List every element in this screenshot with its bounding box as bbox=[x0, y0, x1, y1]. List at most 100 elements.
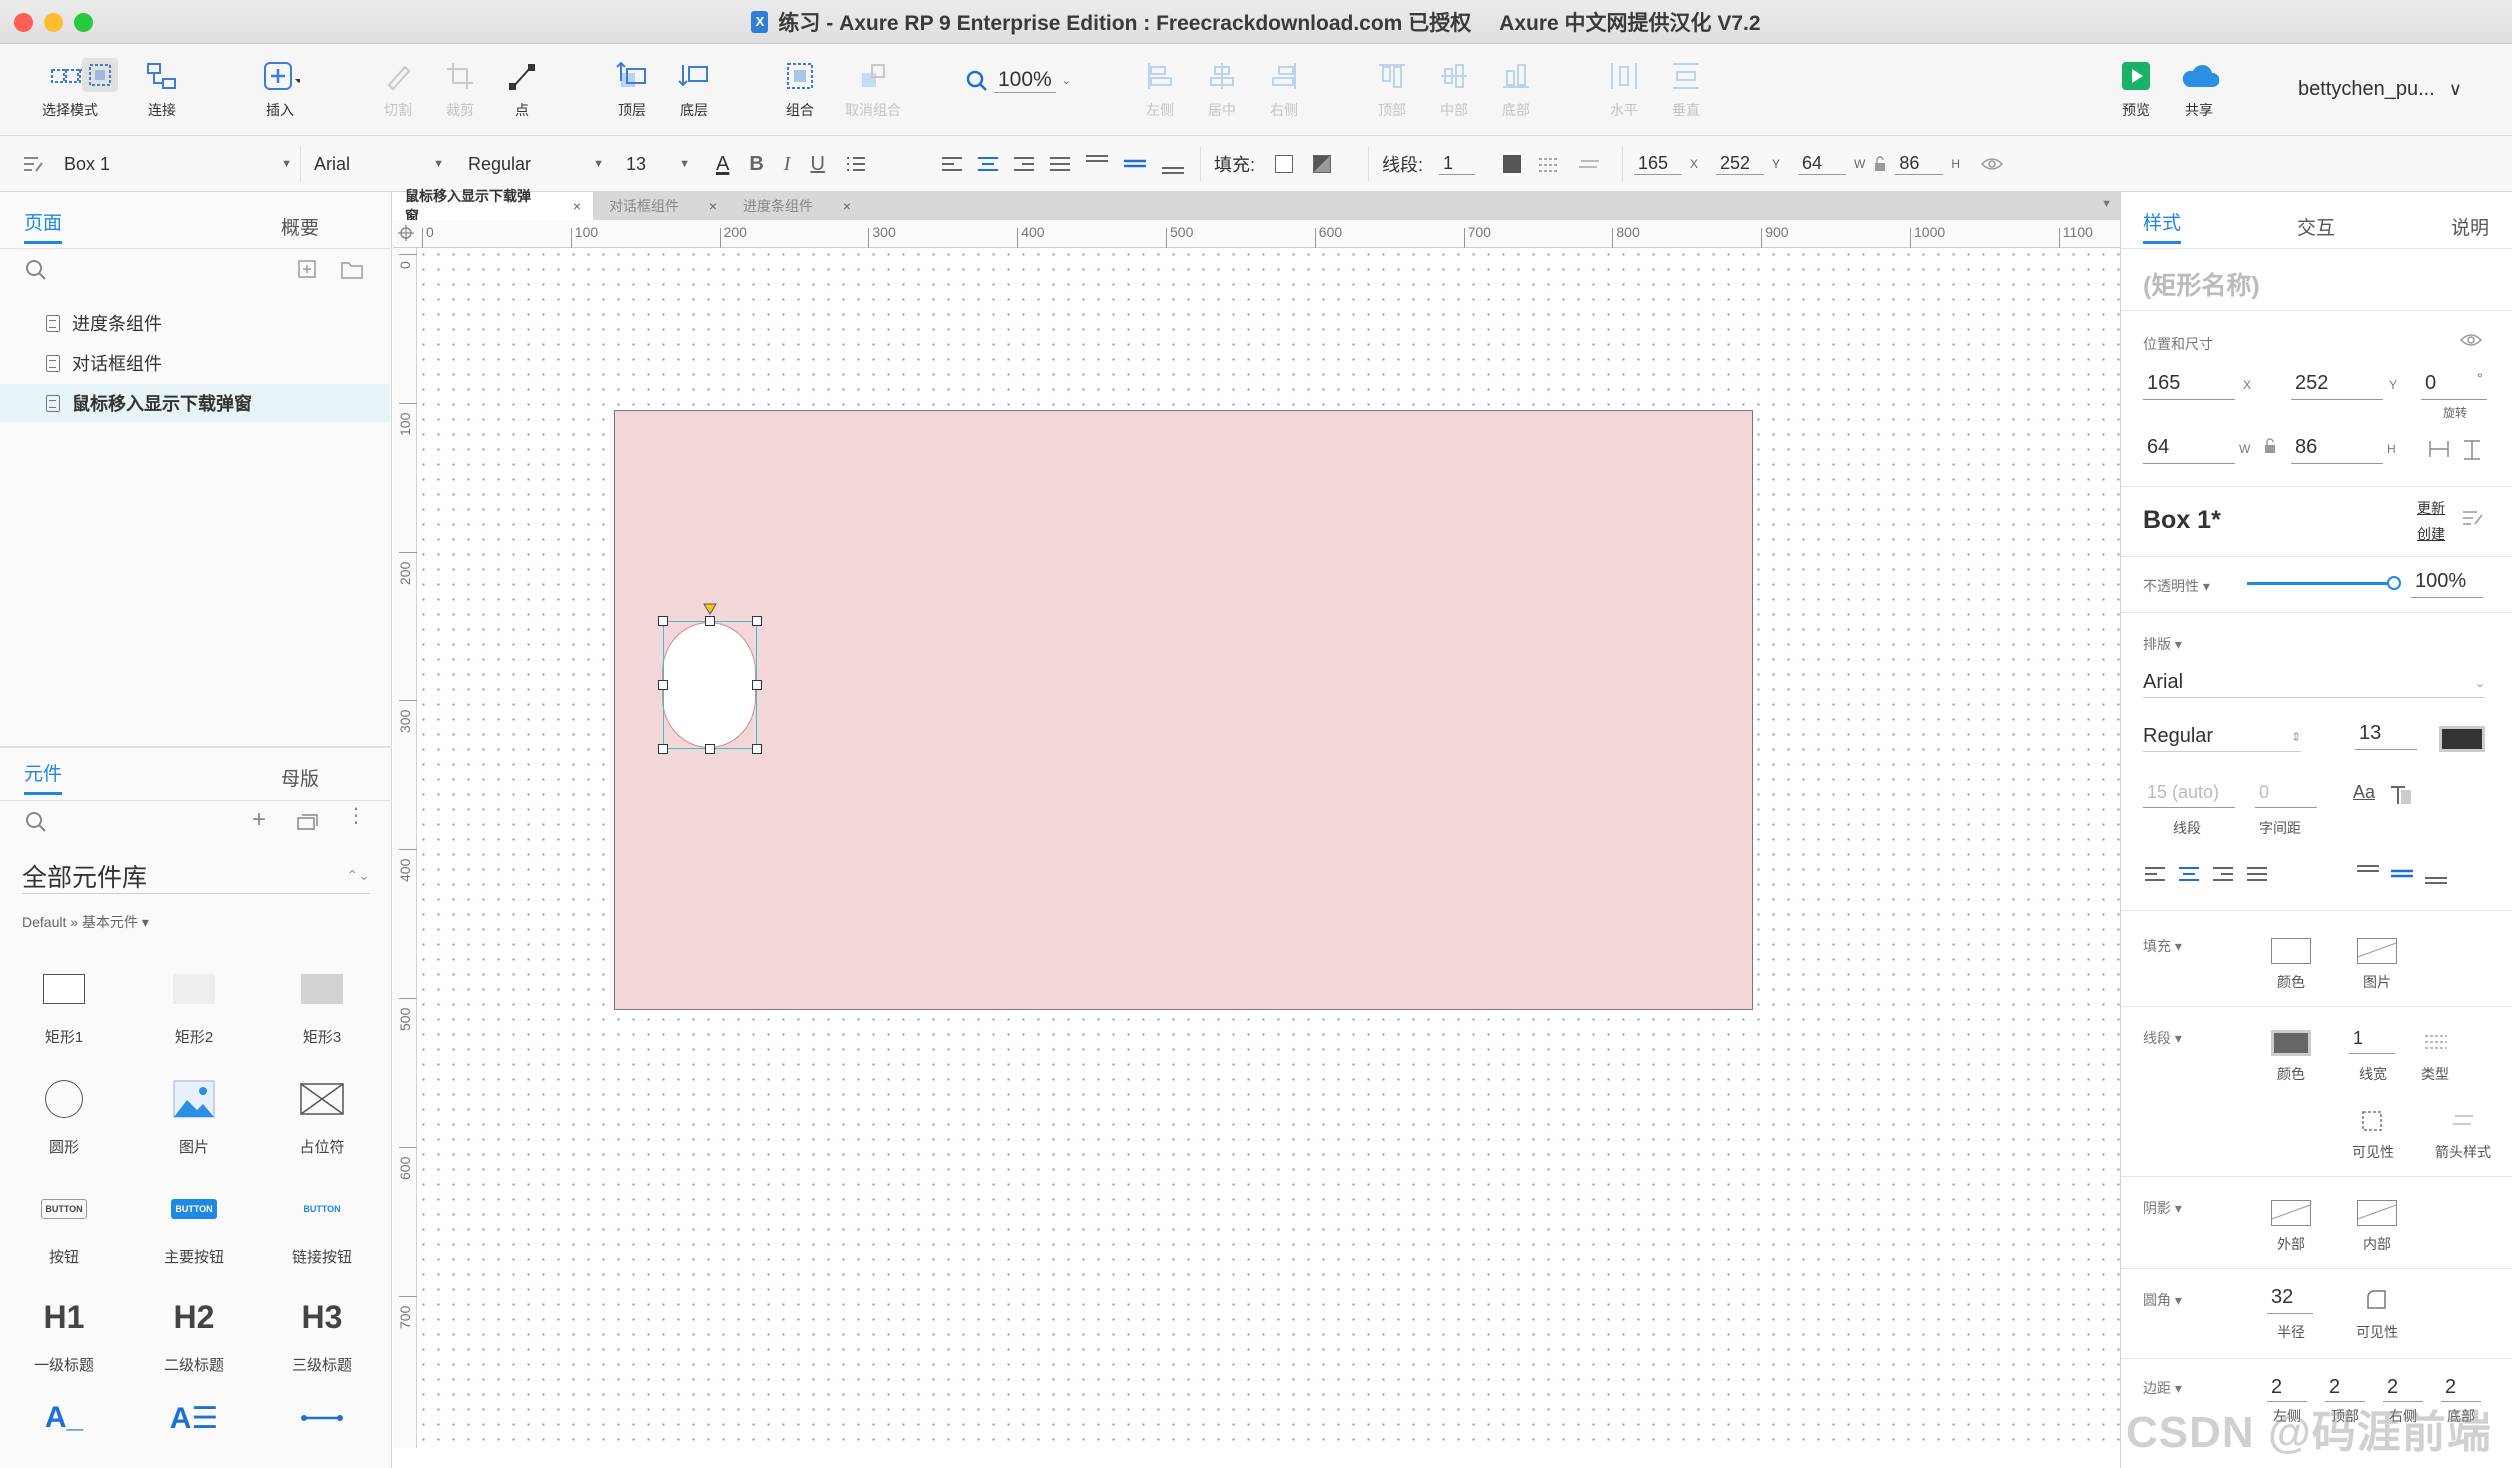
resize-handle[interactable] bbox=[752, 744, 762, 754]
valign-middle-icon[interactable] bbox=[1122, 152, 1148, 176]
library-select[interactable]: 全部元件库 ⌃⌄ bbox=[22, 858, 370, 894]
outer-shadow-swatch[interactable] bbox=[2271, 1200, 2311, 1226]
tab-style[interactable]: 样式 bbox=[2121, 204, 2258, 248]
search-icon[interactable] bbox=[24, 810, 48, 834]
zoom-dropdown[interactable]: 100% ⌄ bbox=[966, 68, 1071, 93]
opacity-slider-knob[interactable] bbox=[2387, 576, 2401, 590]
widget-paragraph[interactable]: A☰ bbox=[134, 1396, 254, 1440]
lock-icon[interactable] bbox=[1873, 156, 1887, 172]
doc-tab[interactable]: 进度条组件 × bbox=[731, 192, 863, 220]
font-weight-select[interactable]: Regular ⇕ bbox=[2143, 722, 2301, 752]
align-text-center-icon[interactable] bbox=[2177, 864, 2201, 884]
create-style-link[interactable]: 创建 bbox=[2417, 524, 2445, 544]
bring-to-front-button[interactable]: 顶层 bbox=[610, 58, 654, 120]
bullet-list-icon[interactable] bbox=[845, 154, 867, 174]
align-right-button[interactable]: 右侧 bbox=[1264, 58, 1304, 120]
underline-icon[interactable]: U bbox=[810, 153, 824, 176]
corner-radius-handle-icon[interactable] bbox=[703, 603, 717, 615]
page-item[interactable]: 对话框组件 bbox=[0, 344, 390, 382]
widget-image[interactable]: 图片 bbox=[134, 1072, 254, 1157]
distribute-vertical-button[interactable]: 垂直 bbox=[1666, 58, 1706, 120]
align-text-justify-icon[interactable] bbox=[1048, 154, 1072, 174]
font-size-select[interactable]: 13 ▼ bbox=[626, 136, 690, 192]
align-left-button[interactable]: 左侧 bbox=[1140, 58, 1180, 120]
resize-handle[interactable] bbox=[752, 616, 762, 626]
connect-button[interactable]: 连接 bbox=[130, 58, 194, 120]
fit-height-icon[interactable] bbox=[2461, 438, 2483, 462]
preview-button[interactable]: 预览 bbox=[2116, 58, 2156, 120]
distribute-horizontal-button[interactable]: 水平 bbox=[1604, 58, 1644, 120]
page-item[interactable]: 进度条组件 bbox=[0, 304, 390, 342]
fill-image-swatch[interactable] bbox=[2357, 938, 2397, 964]
width-field[interactable]: 64 bbox=[2143, 436, 2235, 464]
arrow-style-icon[interactable] bbox=[1577, 154, 1601, 174]
close-tab-icon[interactable]: × bbox=[573, 198, 581, 214]
y-field[interactable]: 252 bbox=[2291, 372, 2383, 400]
align-text-left-icon[interactable] bbox=[2143, 864, 2167, 884]
x-field[interactable]: 165 bbox=[2143, 372, 2235, 400]
opacity-field[interactable]: 100% bbox=[2411, 570, 2483, 598]
stroke-visibility-icon[interactable] bbox=[2361, 1110, 2383, 1132]
fill-color-swatch[interactable] bbox=[1275, 155, 1294, 173]
send-to-back-button[interactable]: 底层 bbox=[672, 58, 716, 120]
valign-bottom-icon[interactable] bbox=[1160, 152, 1186, 176]
tabs-menu-icon[interactable]: ▼ bbox=[2101, 198, 2112, 210]
lock-icon[interactable] bbox=[2263, 438, 2277, 454]
font-size-field[interactable]: 13 bbox=[2355, 722, 2417, 750]
widget-heading1[interactable]: H1 一级标题 bbox=[4, 1290, 124, 1375]
rounded-corner-icon[interactable] bbox=[2365, 1288, 2387, 1310]
opacity-slider[interactable] bbox=[2247, 582, 2397, 585]
add-library-icon[interactable]: + bbox=[252, 806, 266, 834]
widget-primary-button[interactable]: BUTTON 主要按钮 bbox=[134, 1182, 254, 1267]
bold-icon[interactable]: B bbox=[749, 153, 763, 176]
font-weight-select[interactable]: Regular ▼ bbox=[468, 136, 604, 192]
library-copy-icon[interactable] bbox=[296, 812, 320, 832]
x-field[interactable]: 165 bbox=[1634, 153, 1682, 175]
close-tab-icon[interactable]: × bbox=[843, 198, 851, 214]
valign-middle-icon[interactable] bbox=[2389, 862, 2415, 886]
pink-rectangle-widget[interactable] bbox=[614, 410, 1753, 1010]
widget-rectangle1[interactable]: 矩形1 bbox=[4, 962, 124, 1047]
widget-line[interactable] bbox=[262, 1396, 382, 1440]
y-field[interactable]: 252 bbox=[1716, 153, 1765, 175]
fill-color-swatch[interactable] bbox=[2271, 938, 2311, 964]
resize-handle[interactable] bbox=[658, 616, 668, 626]
letter-spacing-field[interactable]: 0 bbox=[2255, 782, 2317, 808]
cut-button[interactable]: 切割 bbox=[378, 58, 418, 120]
height-field[interactable]: 86 bbox=[1895, 153, 1944, 175]
align-center-button[interactable]: 居中 bbox=[1202, 58, 1242, 120]
tab-libraries[interactable]: 元件 bbox=[0, 756, 208, 798]
panel-divider[interactable] bbox=[0, 746, 392, 748]
ungroup-button[interactable]: 取消组合 bbox=[840, 58, 906, 120]
align-text-justify-icon[interactable] bbox=[2245, 864, 2269, 884]
eye-icon[interactable] bbox=[2459, 332, 2483, 348]
search-icon[interactable] bbox=[24, 258, 48, 282]
stroke-color-swatch[interactable] bbox=[2271, 1030, 2311, 1056]
tab-pages[interactable]: 页面 bbox=[0, 204, 208, 248]
point-button[interactable]: 点 bbox=[502, 58, 542, 120]
style-selector[interactable]: Box 1 ▼ bbox=[22, 136, 292, 192]
doc-tab-active[interactable]: 鼠标移入显示下载弹窗 × bbox=[393, 188, 593, 224]
valign-top-icon[interactable] bbox=[1084, 152, 1110, 176]
align-text-center-icon[interactable] bbox=[976, 154, 1000, 174]
user-account-menu[interactable]: bettychen_pu... ∨ bbox=[2298, 78, 2462, 101]
inner-shadow-swatch[interactable] bbox=[2357, 1200, 2397, 1226]
tab-interactions[interactable]: 交互 bbox=[2258, 204, 2373, 248]
stroke-width-field[interactable]: 1 bbox=[2349, 1028, 2395, 1054]
more-options-icon[interactable]: ⋮ bbox=[346, 806, 366, 826]
height-field[interactable]: 86 bbox=[2291, 436, 2383, 464]
valign-top-icon[interactable] bbox=[2355, 862, 2381, 886]
widget-link-button[interactable]: BUTTON 链接按钮 bbox=[262, 1182, 382, 1267]
widget-circle[interactable]: 圆形 bbox=[4, 1072, 124, 1157]
widget-placeholder[interactable]: 占位符 bbox=[262, 1072, 382, 1157]
tab-masters[interactable]: 母版 bbox=[208, 756, 392, 798]
text-case-icon[interactable]: Aa bbox=[2353, 782, 2375, 803]
arrow-style-icon[interactable] bbox=[2451, 1110, 2477, 1130]
font-family-select[interactable]: Arial ⌄ bbox=[2143, 668, 2485, 698]
resize-handle[interactable] bbox=[658, 680, 668, 690]
doc-tab[interactable]: 对话框组件 × bbox=[597, 192, 729, 220]
text-shadow-icon[interactable] bbox=[2389, 784, 2413, 806]
align-middle-button[interactable]: 中部 bbox=[1434, 58, 1474, 120]
add-folder-icon[interactable] bbox=[340, 258, 364, 280]
tab-notes[interactable]: 说明 bbox=[2374, 204, 2512, 248]
